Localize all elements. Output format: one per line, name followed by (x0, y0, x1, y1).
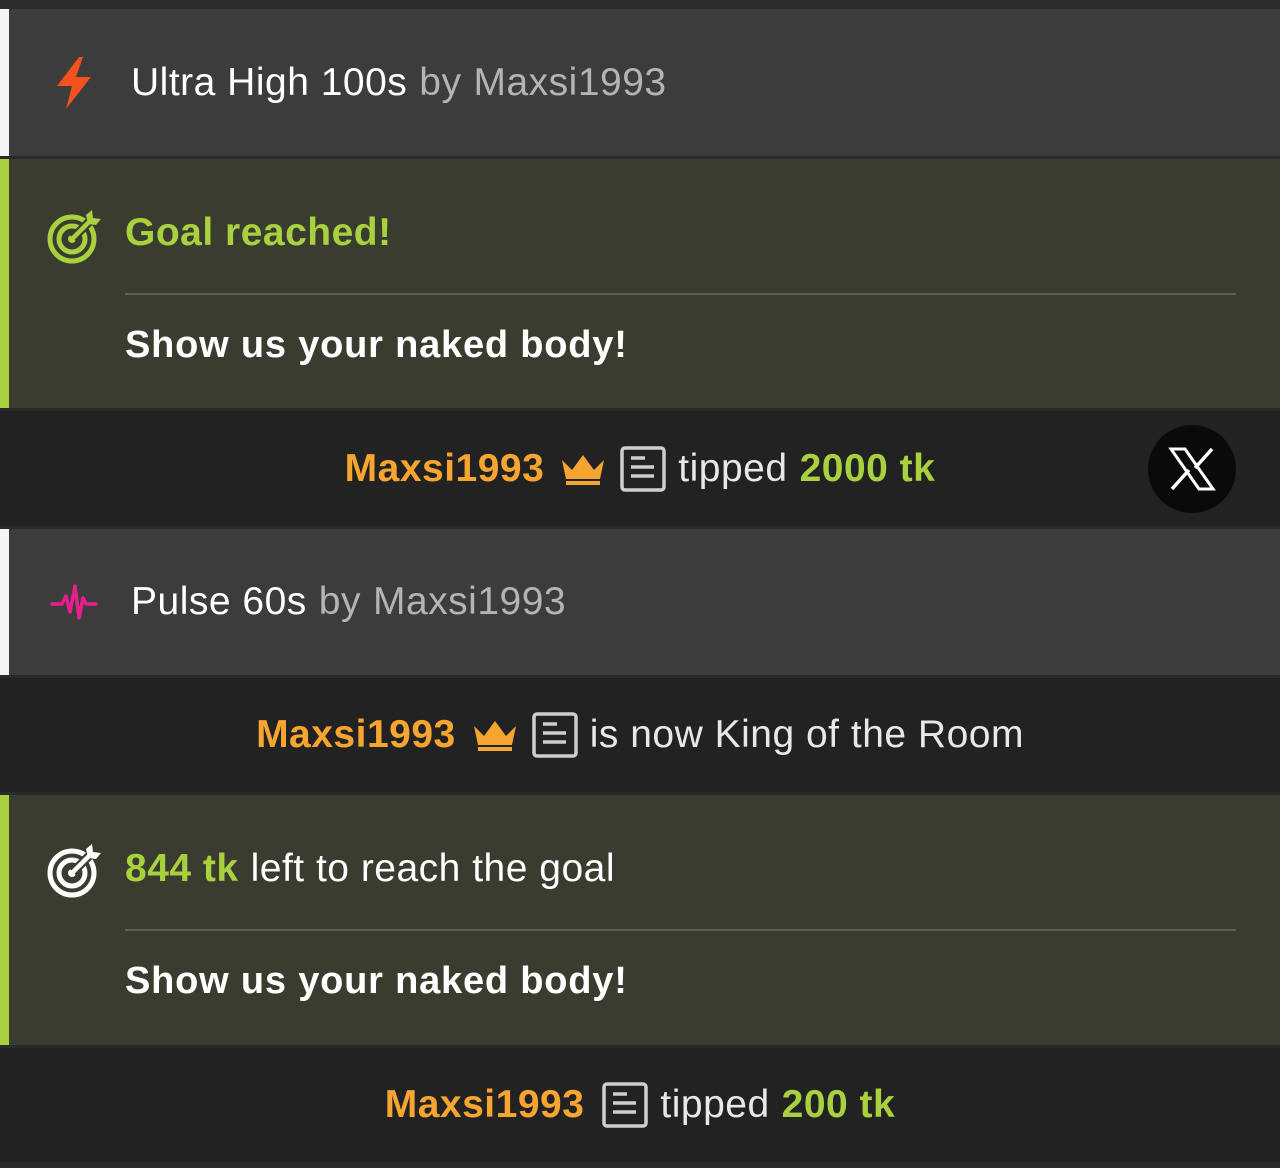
tip-action: tipped (660, 1083, 770, 1126)
toy-by-label: by (419, 60, 462, 104)
target-icon (46, 209, 102, 265)
note-icon[interactable] (531, 712, 578, 758)
pulse-icon (47, 575, 101, 629)
toy-name: Ultra High 100s (131, 60, 408, 104)
tipper-username[interactable]: Maxsi1993 (385, 1083, 585, 1127)
tip-amount: 2000 tk (799, 446, 936, 490)
toy-name: Pulse 60s (131, 580, 307, 623)
goal-headline: 844 tk left to reach the goal (125, 847, 615, 891)
tipper-username[interactable]: Maxsi1993 (345, 447, 545, 491)
king-username[interactable]: Maxsi1993 (256, 713, 456, 757)
toy-user[interactable]: Maxsi1993 (373, 580, 566, 623)
tip-amount: 200 tk (781, 1083, 896, 1126)
king-of-room-row: Maxsi1993 is now King of the Room (0, 678, 1280, 792)
toy-user[interactable]: Maxsi1993 (474, 61, 667, 104)
x-close-icon (1168, 447, 1216, 490)
goal-reached-text: Goal reached! (125, 211, 392, 254)
goal-description: Show us your naked body! (125, 960, 628, 1002)
king-text: is now King of the Room (589, 713, 1024, 756)
lightning-icon (47, 56, 101, 110)
goal-divider (125, 929, 1236, 931)
goal-headline: Goal reached! (125, 211, 392, 255)
king-message: Maxsi1993 is now King of the Room (0, 712, 1280, 758)
toy-by-label: by (318, 580, 361, 623)
goal-remaining-amount: 844 tk (125, 847, 239, 890)
toy-activation-row: Ultra High 100s by Maxsi1993 (0, 9, 1280, 156)
toy-activation-text: Ultra High 100s by Maxsi1993 (131, 61, 667, 105)
tip-message: Maxsi1993 tipped 2000 tk (0, 445, 1280, 492)
tip-message: Maxsi1993 tipped 200 tk (0, 1082, 1280, 1128)
goal-progress-row: 844 tk left to reach the goal Show us you… (0, 795, 1280, 1045)
dismiss-button[interactable] (1148, 424, 1236, 513)
row-divider (0, 1162, 1280, 1168)
toy-activation-row: Pulse 60s by Maxsi1993 (0, 529, 1280, 675)
tip-row: Maxsi1993 tipped 2000 tk (0, 411, 1280, 526)
goal-reached-row: Goal reached! Show us your naked body! (0, 159, 1280, 408)
crown-icon (472, 718, 518, 752)
goal-remaining-text: left to reach the goal (250, 847, 615, 890)
note-icon[interactable] (620, 445, 667, 492)
chat-feed: Ultra High 100s by Maxsi1993 Goal reached!… (0, 0, 1280, 1168)
target-icon (46, 843, 102, 899)
crown-icon (560, 452, 606, 486)
tip-row: Maxsi1993 tipped 200 tk (0, 1048, 1280, 1162)
top-divider (0, 0, 1280, 9)
goal-description: Show us your naked body! (125, 324, 628, 366)
toy-activation-text: Pulse 60s by Maxsi1993 (131, 580, 566, 624)
tip-action: tipped (678, 446, 788, 490)
goal-divider (125, 293, 1236, 295)
note-icon[interactable] (602, 1082, 649, 1128)
